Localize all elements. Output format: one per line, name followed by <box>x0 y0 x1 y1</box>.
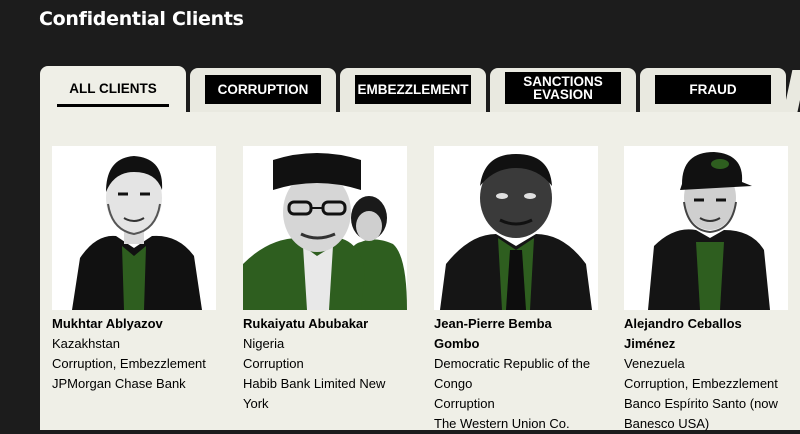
client-card[interactable]: Rukaiyatu Abubakar Nigeria Corruption Ha… <box>243 146 408 414</box>
tab-all-clients[interactable]: ALL CLIENTS <box>40 66 186 116</box>
client-info: Jean-Pierre Bemba Gombo Democratic Repub… <box>434 314 599 434</box>
client-bank: Banco Espírito Santo (now Banesco USA) <box>624 396 778 431</box>
page-title: Confidential Clients <box>39 8 244 30</box>
tab-fraud[interactable]: FRAUD <box>640 68 786 114</box>
client-crimes: Corruption, Embezzlement <box>52 356 206 371</box>
tab-sanctions-evasion[interactable]: SANCTIONS EVASION <box>490 68 636 114</box>
client-country: Venezuela <box>624 356 685 371</box>
client-card[interactable]: Mukhtar Ablyazov Kazakhstan Corruption, … <box>52 146 217 394</box>
client-name: Mukhtar Ablyazov <box>52 316 163 331</box>
client-info: Rukaiyatu Abubakar Nigeria Corruption Ha… <box>243 314 408 414</box>
client-info: Alejandro Ceballos Jiménez Venezuela Cor… <box>624 314 794 434</box>
client-portrait <box>52 146 216 310</box>
client-card[interactable]: Alejandro Ceballos Jiménez Venezuela Cor… <box>624 146 794 434</box>
active-tab-indicator <box>57 104 169 107</box>
client-portrait <box>434 146 598 310</box>
client-portrait <box>624 146 788 310</box>
tab-label: EMBEZZLEMENT <box>355 75 471 104</box>
tab-label: FRAUD <box>655 75 771 104</box>
tab-embezzlement[interactable]: EMBEZZLEMENT <box>340 68 486 114</box>
client-crimes: Corruption <box>243 356 304 371</box>
client-country: Democratic Republic of the Congo <box>434 356 591 391</box>
tab-label: ALL CLIENTS <box>69 80 157 96</box>
client-bank: JPMorgan Chase Bank <box>52 376 186 391</box>
client-portrait <box>243 146 407 310</box>
client-name: Rukaiyatu Abubakar <box>243 316 369 331</box>
tab-corruption[interactable]: CORRUPTION <box>190 68 336 114</box>
client-bank: Habib Bank Limited New York <box>243 376 386 411</box>
client-country: Kazakhstan <box>52 336 120 351</box>
tab-label: CORRUPTION <box>205 75 321 104</box>
client-info: Mukhtar Ablyazov Kazakhstan Corruption, … <box>52 314 217 394</box>
client-crimes: Corruption, Embezzlement <box>624 376 778 391</box>
client-crimes: Corruption <box>434 396 495 411</box>
category-tabs: ALL CLIENTS CORRUPTION EMBEZZLEMENT SANC… <box>0 62 800 116</box>
client-name: Alejandro Ceballos Jiménez <box>624 316 742 351</box>
client-country: Nigeria <box>243 336 285 351</box>
client-bank: The Western Union Co. <box>434 416 570 431</box>
tab-label: SANCTIONS EVASION <box>505 72 621 104</box>
client-name: Jean-Pierre Bemba Gombo <box>434 316 552 351</box>
client-card[interactable]: Jean-Pierre Bemba Gombo Democratic Repub… <box>434 146 599 434</box>
